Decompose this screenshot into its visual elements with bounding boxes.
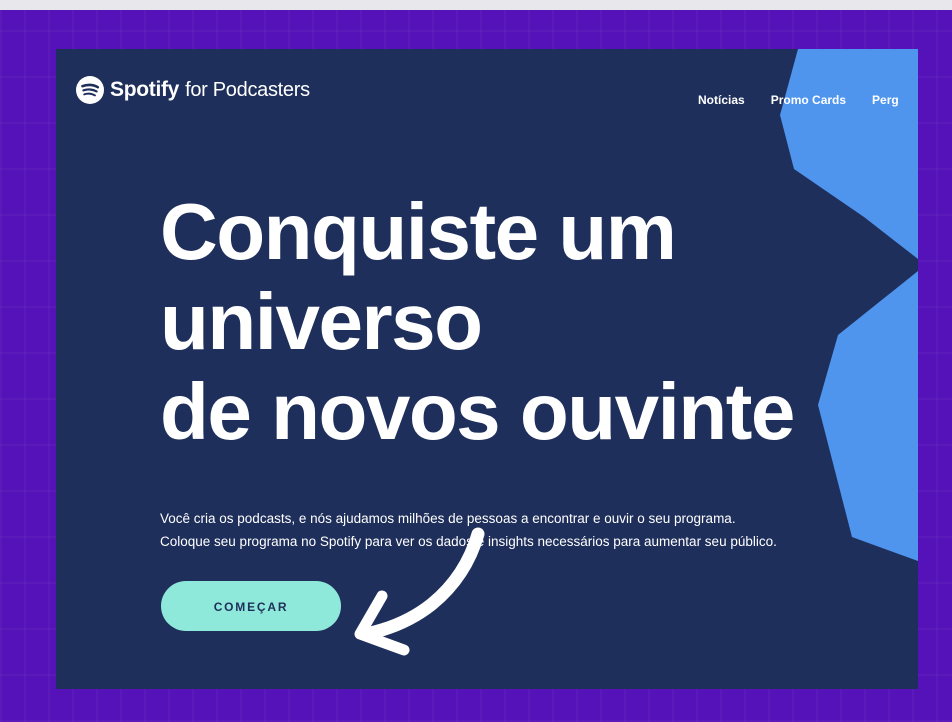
headline-line: universo bbox=[160, 277, 483, 366]
hand-drawn-arrow-icon bbox=[354, 527, 485, 656]
spotify-icon bbox=[76, 76, 104, 104]
top-strip bbox=[0, 0, 952, 10]
top-nav: Notícias Promo Cards Perg bbox=[698, 93, 899, 107]
nav-item-promo-cards[interactable]: Promo Cards bbox=[771, 93, 846, 107]
logo-brand: Spotify bbox=[110, 78, 180, 101]
spotify-logo[interactable]: Spotify for Podcasters bbox=[76, 76, 310, 104]
comecar-button[interactable]: COMEÇAR bbox=[161, 581, 341, 631]
logo-suffix: for Podcasters bbox=[185, 78, 310, 101]
headline-line: de novos ouvinte bbox=[160, 367, 795, 456]
headline-line: Conquiste um bbox=[160, 187, 677, 276]
purple-frame: Spotify for Podcasters Notícias Promo Ca… bbox=[0, 10, 952, 722]
nav-item-noticias[interactable]: Notícias bbox=[698, 93, 745, 107]
description-line: Você cria os podcasts, e nós ajudamos mi… bbox=[160, 511, 736, 526]
hero-headline: Conquiste um universo de novos ouvinte bbox=[160, 187, 795, 457]
nav-item-perguntas[interactable]: Perg bbox=[872, 93, 899, 107]
